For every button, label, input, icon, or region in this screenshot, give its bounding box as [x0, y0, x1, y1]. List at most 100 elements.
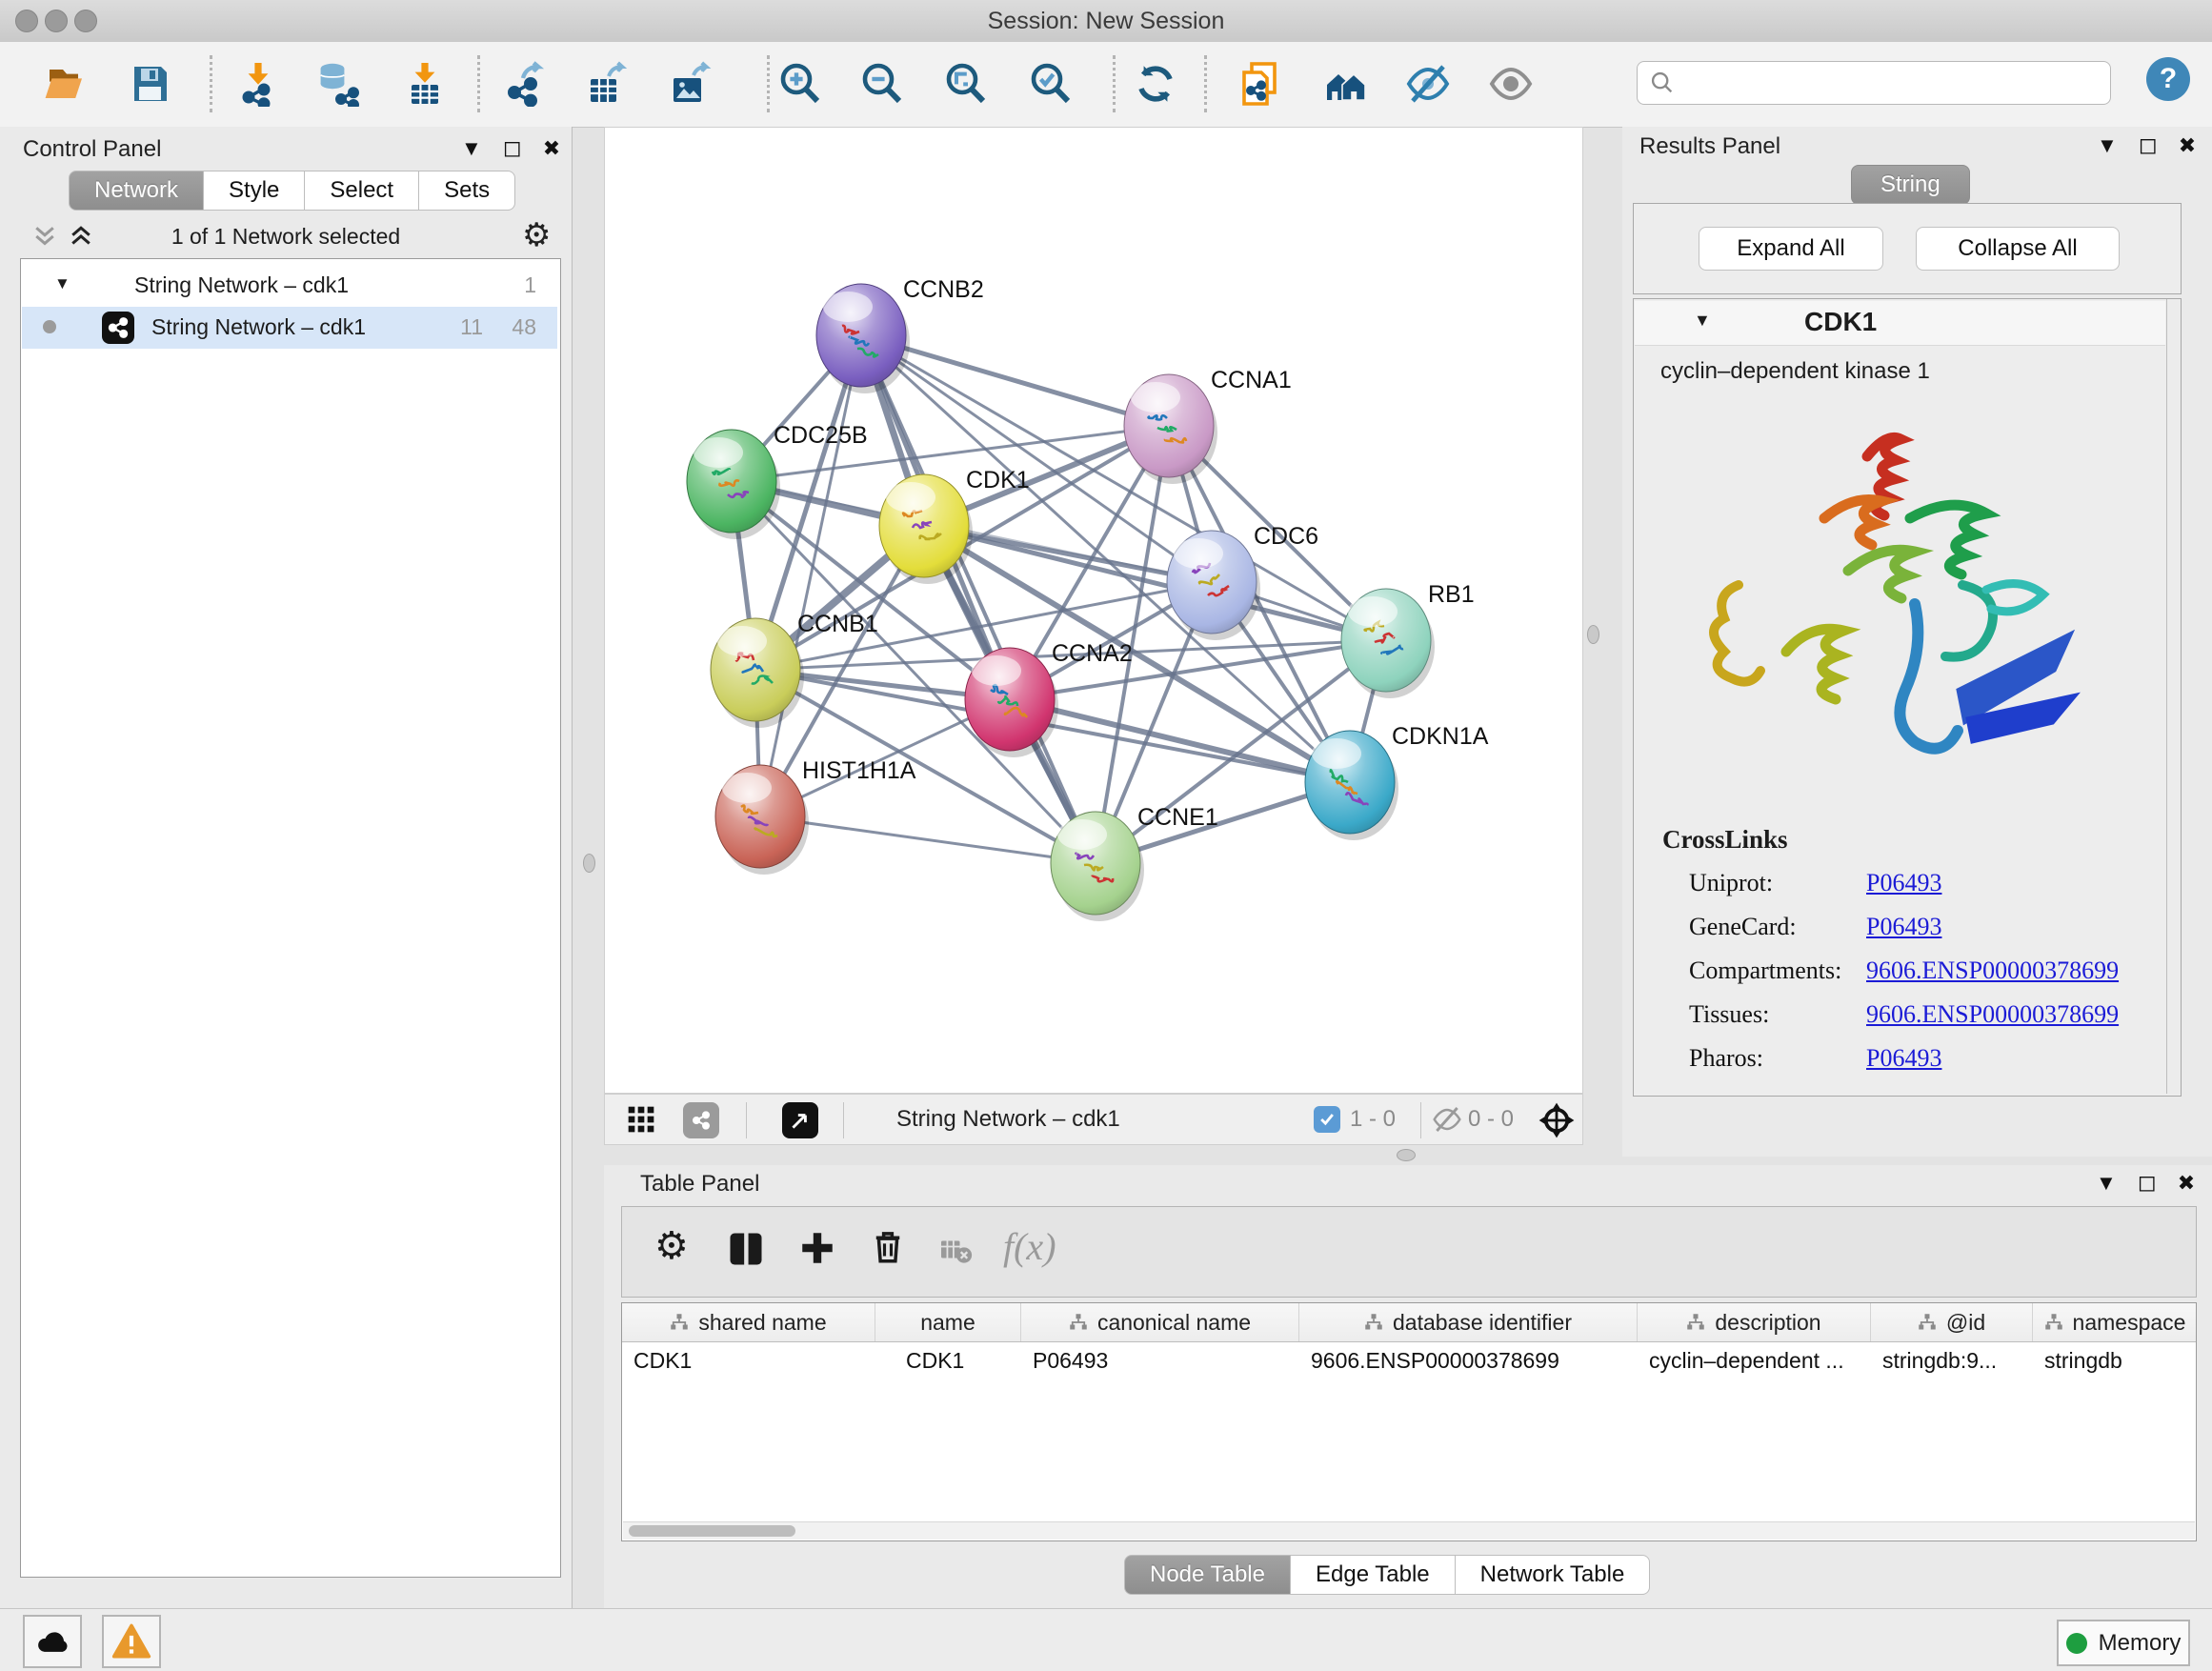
vertical-splitter-handle[interactable]	[583, 854, 595, 873]
column-header-canonical-name[interactable]: canonical name	[1021, 1303, 1299, 1341]
table-cell[interactable]: CDK1	[622, 1341, 875, 1379]
export-image-button[interactable]	[665, 59, 714, 109]
scrollbar-thumb[interactable]	[629, 1525, 795, 1537]
grid-view-icon[interactable]	[626, 1104, 656, 1135]
zoom-selected-button[interactable]	[1026, 59, 1076, 109]
zoom-out-button[interactable]	[857, 59, 907, 109]
results-scrollbar[interactable]	[2166, 299, 2181, 1094]
table-horizontal-scrollbar[interactable]	[623, 1521, 2195, 1540]
maximize-panel-icon[interactable]: ◻	[2138, 1169, 2157, 1197]
column-header-@id[interactable]: @id	[1871, 1303, 2033, 1341]
create-column-plus-icon[interactable]	[797, 1228, 837, 1268]
table-cell[interactable]: stringdb:9...	[1871, 1341, 2033, 1379]
column-tree-icon	[1918, 1313, 1937, 1332]
search-input[interactable]	[1683, 66, 2097, 98]
network-canvas[interactable]: CCNB2CCNA1CDC25BCDK1CDC6RB1CCNB1CCNA2CDK…	[604, 127, 1583, 1094]
collapse-all-button[interactable]: Collapse All	[1916, 227, 2120, 271]
table-cell[interactable]: stringdb	[2033, 1341, 2197, 1379]
cloud-button[interactable]	[23, 1615, 82, 1668]
node-CCNA2[interactable]: CCNA2	[965, 640, 1133, 757]
first-neighbors-button[interactable]	[1321, 59, 1371, 109]
node-RB1[interactable]: RB1	[1341, 581, 1475, 698]
horizontal-splitter-handle[interactable]	[1397, 1149, 1416, 1161]
import-network-database-button[interactable]	[313, 59, 363, 109]
expand-all-button[interactable]: Expand All	[1699, 227, 1883, 271]
clone-network-button[interactable]	[1235, 59, 1284, 109]
float-panel-icon[interactable]: ▼	[461, 136, 482, 161]
birdseye-view-icon[interactable]	[782, 1102, 818, 1138]
tab-style[interactable]: Style	[204, 171, 305, 211]
node-HIST1H1A[interactable]: HIST1H1A	[715, 757, 916, 875]
close-panel-icon[interactable]: ✖	[2179, 133, 2196, 158]
tab-string[interactable]: String	[1851, 165, 1970, 205]
crosslink-value-link[interactable]: 9606.ENSP00000378699	[1866, 956, 2119, 985]
export-table-button[interactable]	[582, 59, 632, 109]
table-cell[interactable]: cyclin–dependent ...	[1638, 1341, 1871, 1379]
edge-CCNB2-HIST1H1A[interactable]	[760, 335, 861, 816]
memory-button[interactable]: Memory	[2057, 1620, 2190, 1666]
import-table-button[interactable]	[400, 59, 450, 109]
network-graph[interactable]: CCNB2CCNA1CDC25BCDK1CDC6RB1CCNB1CCNA2CDK…	[605, 128, 1582, 1093]
column-header-database-identifier[interactable]: database identifier	[1299, 1303, 1638, 1341]
column-tree-icon	[670, 1313, 689, 1332]
column-header-description[interactable]: description	[1638, 1303, 1871, 1341]
maximize-panel-icon[interactable]: ◻	[2139, 131, 2158, 159]
table-cell[interactable]: 9606.ENSP00000378699	[1299, 1341, 1638, 1379]
float-panel-icon[interactable]: ▼	[2096, 1171, 2117, 1196]
network-options-gear-icon[interactable]: ⚙	[522, 216, 551, 254]
column-header-name[interactable]: name	[875, 1303, 1021, 1341]
tab-network[interactable]: Network	[69, 171, 204, 211]
import-network-file-button[interactable]	[233, 59, 283, 109]
close-panel-icon[interactable]: ✖	[2178, 1171, 2195, 1196]
edge-CCNA2-CDKN1A[interactable]	[1010, 699, 1350, 782]
pan-crosshair-icon[interactable]	[1537, 1100, 1577, 1140]
close-panel-icon[interactable]: ✖	[543, 136, 560, 161]
column-header-shared-name[interactable]: shared name	[622, 1303, 875, 1341]
selected-nodes-checkbox-icon[interactable]	[1314, 1106, 1340, 1133]
tab-select[interactable]: Select	[305, 171, 419, 211]
crosslink-value-link[interactable]: P06493	[1866, 1044, 1941, 1073]
table-cell[interactable]: P06493	[1021, 1341, 1299, 1379]
vertical-splitter-handle[interactable]	[1587, 625, 1599, 644]
table-cell[interactable]: CDK1	[875, 1341, 1021, 1379]
network-collection-row[interactable]: ▼ String Network – cdk1 1	[22, 265, 557, 307]
node-CCNB1[interactable]: CCNB1	[711, 611, 878, 728]
delete-columns-trash-icon[interactable]	[868, 1226, 908, 1266]
tab-network-table[interactable]: Network Table	[1456, 1555, 1651, 1595]
zoom-fit-button[interactable]	[941, 59, 991, 109]
warnings-button[interactable]	[102, 1615, 161, 1668]
crosslink-value-link[interactable]: P06493	[1866, 913, 1941, 941]
save-session-button[interactable]	[126, 59, 175, 109]
network-row-selected[interactable]: String Network – cdk1 11 48	[22, 307, 557, 349]
hide-selected-button[interactable]	[1403, 59, 1453, 109]
maximize-panel-icon[interactable]: ◻	[503, 134, 522, 162]
help-button[interactable]: ?	[2146, 57, 2190, 101]
refresh-button[interactable]	[1131, 59, 1180, 109]
node-CDC25B[interactable]: CDC25B	[687, 422, 868, 539]
node-CDK1[interactable]: CDK1	[879, 467, 1030, 584]
export-network-button[interactable]	[500, 59, 550, 109]
tab-node-table[interactable]: Node Table	[1124, 1555, 1291, 1595]
show-columns-icon[interactable]	[725, 1228, 767, 1270]
crosslink-value-link[interactable]: P06493	[1866, 869, 1941, 897]
network-share-icon[interactable]	[683, 1102, 719, 1138]
show-all-button[interactable]	[1486, 59, 1536, 109]
result-entry-header[interactable]: ▼ CDK1	[1635, 301, 2165, 346]
crosslink-value-link[interactable]: 9606.ENSP00000378699	[1866, 1000, 2119, 1029]
node-table[interactable]: shared namenamecanonical namedatabase id…	[621, 1302, 2197, 1541]
collapse-arrow-icon[interactable]: ▼	[54, 274, 70, 293]
search-field[interactable]	[1637, 61, 2111, 105]
node-CDKN1A[interactable]: CDKN1A	[1305, 723, 1489, 840]
column-header-namespace[interactable]: namespace	[2033, 1303, 2197, 1341]
edge-HIST1H1A-CCNE1[interactable]	[760, 816, 1096, 863]
open-session-button[interactable]	[40, 59, 90, 109]
zoom-in-button[interactable]	[775, 59, 825, 109]
node-CCNB2[interactable]: CCNB2	[816, 276, 984, 393]
node-CDC6[interactable]: CDC6	[1167, 523, 1318, 640]
tab-edge-table[interactable]: Edge Table	[1291, 1555, 1456, 1595]
node-CCNE1[interactable]: CCNE1	[1051, 804, 1218, 921]
float-panel-icon[interactable]: ▼	[2097, 133, 2118, 158]
collapse-arrow-icon[interactable]: ▼	[1694, 311, 1711, 331]
table-options-gear-icon[interactable]: ⚙	[654, 1224, 689, 1268]
tab-sets[interactable]: Sets	[419, 171, 515, 211]
